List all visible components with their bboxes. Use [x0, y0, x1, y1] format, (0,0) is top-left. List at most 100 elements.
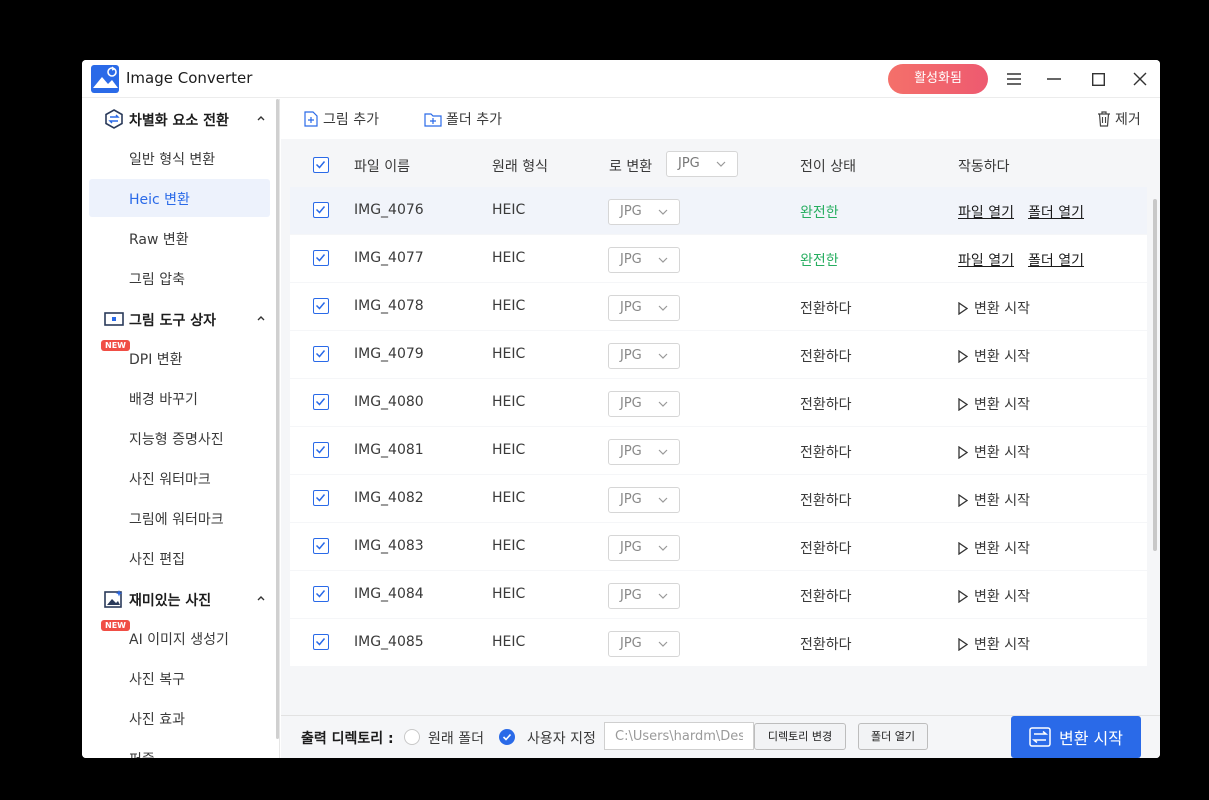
row-checkbox[interactable]: [313, 442, 329, 458]
sidebar-item-ai-generator[interactable]: NEW AI 이미지 생성기: [89, 619, 270, 657]
row-start-convert-button[interactable]: 변환 시작: [958, 346, 1030, 366]
option-custom-folder-label: 사용자 지정: [527, 731, 596, 747]
format-select[interactable]: JPG: [608, 439, 680, 465]
sidebar-group-toolbox[interactable]: 그림 도구 상자: [82, 299, 276, 339]
table-row[interactable]: IMG_4081 HEIC JPG 전환하다 변환 시작: [290, 427, 1147, 474]
row-start-convert-button[interactable]: 변환 시작: [958, 298, 1030, 318]
sidebar-item-label: 사진 편집: [129, 552, 185, 568]
row-start-label: 변환 시작: [974, 637, 1030, 653]
row-start-convert-button[interactable]: 변환 시작: [958, 394, 1030, 414]
open-file-link[interactable]: 파일 열기: [958, 250, 1014, 270]
check-icon: [315, 302, 326, 310]
row-start-convert-button[interactable]: 변환 시작: [958, 490, 1030, 510]
add-folder-button[interactable]: 폴더 추가: [424, 109, 502, 129]
sidebar-scrollbar[interactable]: [276, 99, 279, 739]
status-text: 완전한: [800, 205, 839, 221]
format-select[interactable]: JPG: [608, 199, 680, 225]
sidebar-item-photo-edit[interactable]: 사진 편집: [89, 539, 270, 577]
file-name: IMG_4080: [354, 394, 424, 410]
table-row[interactable]: IMG_4078 HEIC JPG 전환하다 변환 시작: [290, 283, 1147, 330]
output-bar: 출력 디렉토리 : 원래 폴더 사용자 지정 디렉토리 변경 폴더 열기 변환 …: [281, 715, 1160, 758]
row-start-convert-button[interactable]: 변환 시작: [958, 442, 1030, 462]
format-value: JPG: [620, 252, 642, 267]
sidebar-item-general-format[interactable]: 일반 형식 변환: [89, 139, 270, 177]
table-row[interactable]: IMG_4080 HEIC JPG 전환하다 변환 시작: [290, 379, 1147, 426]
row-start-convert-button[interactable]: 변환 시작: [958, 538, 1030, 558]
menu-button[interactable]: [1000, 66, 1028, 92]
sidebar-item-raw[interactable]: Raw 변환: [89, 219, 270, 257]
row-checkbox[interactable]: [313, 586, 329, 602]
row-checkbox[interactable]: [313, 346, 329, 362]
row-checkbox[interactable]: [313, 490, 329, 506]
add-image-button[interactable]: 그림 추가: [303, 109, 379, 129]
table-row[interactable]: IMG_4085 HEIC JPG 전환하다 변환 시작: [290, 619, 1147, 666]
sidebar-group-conversion[interactable]: 차별화 요소 전환: [82, 99, 276, 139]
output-path-input[interactable]: [604, 722, 754, 750]
radio-custom-folder[interactable]: [499, 729, 515, 745]
sidebar-group-fun-photos[interactable]: 재미있는 사진: [82, 579, 276, 619]
sidebar-item-label: 사진 워터마크: [129, 472, 211, 488]
open-folder-link[interactable]: 폴더 열기: [1028, 202, 1084, 222]
row-checkbox[interactable]: [313, 538, 329, 554]
new-badge: NEW: [101, 620, 130, 631]
start-convert-button[interactable]: 변환 시작: [1011, 716, 1141, 758]
maximize-button[interactable]: [1084, 66, 1112, 92]
table-row[interactable]: IMG_4076 HEIC JPG 완전한 파일 열기 폴더 열기: [290, 187, 1147, 234]
open-file-link[interactable]: 파일 열기: [958, 202, 1014, 222]
format-select[interactable]: JPG: [608, 631, 680, 657]
sidebar-item-compress[interactable]: 그림 압축: [89, 259, 270, 297]
format-select[interactable]: JPG: [608, 247, 680, 273]
chevron-down-icon: [658, 209, 668, 215]
table-row[interactable]: IMG_4083 HEIC JPG 전환하다 변환 시작: [290, 523, 1147, 570]
sidebar-item-id-photo[interactable]: 지능형 증명사진: [89, 419, 270, 457]
sidebar-item-image-watermark[interactable]: 그림에 워터마크: [89, 499, 270, 537]
sidebar-item-label: AI 이미지 생성기: [129, 632, 229, 648]
row-checkbox[interactable]: [313, 202, 329, 218]
sidebar-item-photo-restore[interactable]: 사진 복구: [89, 659, 270, 697]
global-format-select[interactable]: JPG: [666, 151, 738, 177]
radio-original-folder[interactable]: [404, 729, 420, 745]
format-select[interactable]: JPG: [608, 391, 680, 417]
file-name: IMG_4085: [354, 634, 424, 650]
close-button[interactable]: [1126, 66, 1154, 92]
open-folder-link[interactable]: 폴더 열기: [1028, 250, 1084, 270]
add-image-icon: [304, 111, 318, 127]
select-all-checkbox[interactable]: [313, 157, 329, 173]
play-icon: [958, 301, 968, 315]
table-row[interactable]: IMG_4079 HEIC JPG 전환하다 변환 시작: [290, 331, 1147, 378]
open-folder-button[interactable]: 폴더 열기: [858, 723, 928, 750]
table-row[interactable]: IMG_4082 HEIC JPG 전환하다 변환 시작: [290, 475, 1147, 522]
row-start-label: 변환 시작: [974, 349, 1030, 365]
row-start-convert-button[interactable]: 변환 시작: [958, 586, 1030, 606]
table-scrollbar[interactable]: [1153, 199, 1157, 551]
minimize-button[interactable]: [1040, 66, 1068, 92]
sidebar-item-photo-watermark[interactable]: 사진 워터마크: [89, 459, 270, 497]
table-row[interactable]: IMG_4077 HEIC JPG 완전한 파일 열기 폴더 열기: [290, 235, 1147, 282]
sidebar-item-heic[interactable]: Heic 변환: [89, 179, 270, 217]
remove-button[interactable]: 제거: [1097, 109, 1141, 129]
format-value: JPG: [620, 348, 642, 363]
sidebar-item-puzzle[interactable]: 퍼즐: [89, 739, 270, 758]
sidebar-item-label: Raw 변환: [129, 232, 189, 248]
status-text: 전환하다: [800, 589, 852, 605]
change-directory-button[interactable]: 디렉토리 변경: [754, 723, 846, 750]
row-start-convert-button[interactable]: 변환 시작: [958, 634, 1030, 654]
format-select[interactable]: JPG: [608, 295, 680, 321]
format-select[interactable]: JPG: [608, 535, 680, 561]
original-format: HEIC: [492, 202, 526, 218]
format-select[interactable]: JPG: [608, 487, 680, 513]
chevron-down-icon: [658, 593, 668, 599]
sidebar-item-background[interactable]: 배경 바꾸기: [89, 379, 270, 417]
format-select[interactable]: JPG: [608, 583, 680, 609]
row-checkbox[interactable]: [313, 394, 329, 410]
table-row[interactable]: IMG_4084 HEIC JPG 전환하다 변환 시작: [290, 571, 1147, 618]
main-panel: 그림 추가 폴더 추가 제거 파일 이름 원래 형식 로 변환 JPG 전이 상…: [281, 99, 1160, 758]
sidebar-item-photo-effects[interactable]: 사진 효과: [89, 699, 270, 737]
sidebar-item-dpi[interactable]: NEW DPI 변환: [89, 339, 270, 377]
activated-button[interactable]: 활성화됨: [888, 64, 988, 94]
row-checkbox[interactable]: [313, 250, 329, 266]
row-checkbox[interactable]: [313, 634, 329, 650]
row-checkbox[interactable]: [313, 298, 329, 314]
format-select[interactable]: JPG: [608, 343, 680, 369]
check-icon: [315, 161, 326, 169]
